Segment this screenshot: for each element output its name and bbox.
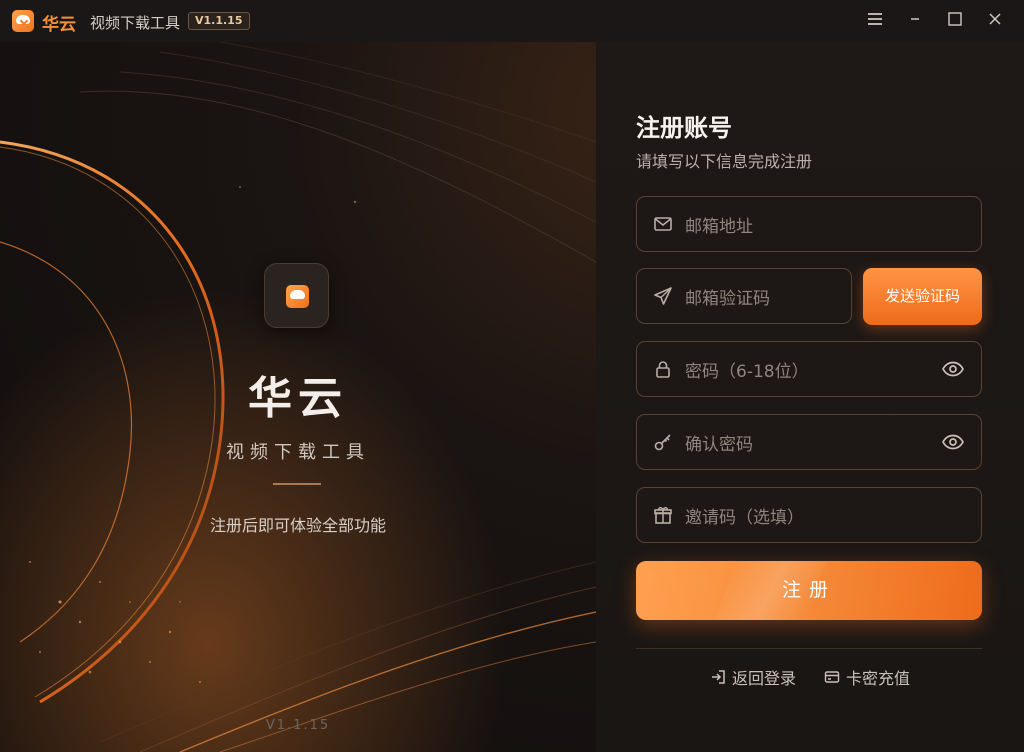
card-recharge-label: 卡密充值 xyxy=(846,669,911,688)
email-placeholder: 邮箱地址 xyxy=(685,216,753,237)
confirm-password-field[interactable]: 确认密码 xyxy=(636,414,982,470)
confirm-placeholder: 确认密码 xyxy=(685,434,753,455)
gift-icon xyxy=(654,507,672,524)
send-icon xyxy=(654,287,672,305)
key-icon xyxy=(654,434,671,451)
eye-icon[interactable] xyxy=(941,359,965,379)
back-to-login-link[interactable]: 返回登录 xyxy=(710,666,796,688)
menu-icon[interactable] xyxy=(865,11,885,31)
eye-icon[interactable] xyxy=(941,432,965,452)
form-subtitle: 请填写以下信息完成注册 xyxy=(636,152,813,171)
login-icon xyxy=(712,670,725,684)
divider xyxy=(636,648,982,649)
brand-description: 注册后即可体验全部功能 xyxy=(209,516,386,535)
title-bar: 华云 视频下载工具 V1.1.15 xyxy=(0,0,1024,42)
brand-title: 华云 xyxy=(248,373,348,424)
invite-code-field[interactable]: 邀请码（选填） xyxy=(636,487,982,543)
brand-subtitle: 视频下载工具 xyxy=(226,442,370,463)
brand-divider xyxy=(273,483,321,485)
app-name: 华云 xyxy=(42,15,76,35)
brand-panel: 华云 视频下载工具 注册后即可体验全部功能 V1.1.15 xyxy=(0,42,596,752)
email-field[interactable]: 邮箱地址 xyxy=(636,196,982,252)
register-panel: 注册账号 请填写以下信息完成注册 邮箱地址 邮箱验证码 发送验证码 密码（6-1… xyxy=(596,42,1024,752)
mail-icon xyxy=(654,217,672,231)
form-title: 注册账号 xyxy=(636,114,732,142)
card-recharge-link[interactable]: 卡密充值 xyxy=(824,666,910,688)
lock-icon xyxy=(656,361,670,378)
brand-logo-icon xyxy=(264,263,329,328)
app-logo-icon xyxy=(12,10,34,32)
minimize-icon[interactable] xyxy=(905,11,925,31)
version-badge: V1.1.15 xyxy=(188,12,250,30)
close-icon[interactable] xyxy=(985,11,1005,31)
footer-version: V1.1.15 xyxy=(265,718,331,733)
app-subtitle: 视频下载工具 xyxy=(90,14,181,32)
maximize-icon[interactable] xyxy=(945,11,965,31)
verification-code-field[interactable]: 邮箱验证码 xyxy=(636,268,852,324)
password-field[interactable]: 密码（6-18位） xyxy=(636,341,982,397)
password-placeholder: 密码（6-18位） xyxy=(685,361,809,382)
card-icon xyxy=(824,671,840,683)
invite-placeholder: 邀请码（选填） xyxy=(685,507,804,528)
back-to-login-label: 返回登录 xyxy=(732,669,797,688)
send-code-button[interactable]: 发送验证码 xyxy=(863,268,982,325)
register-button[interactable]: 注册 xyxy=(636,561,982,620)
code-placeholder: 邮箱验证码 xyxy=(685,288,770,309)
